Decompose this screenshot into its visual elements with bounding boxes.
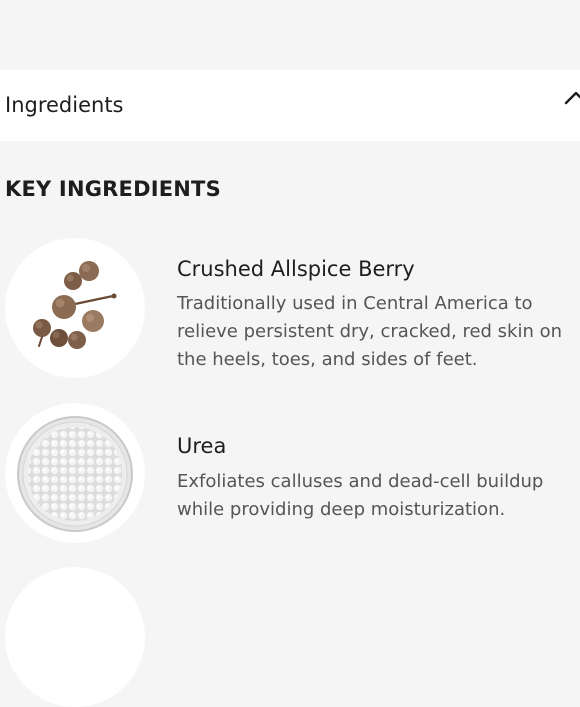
description-line: Exfoliates calluses and dead-cell buildu…: [177, 471, 544, 492]
ingredient-item-allspice: Crushed Allspice Berry Traditionally use…: [0, 237, 580, 382]
ingredient-name: Urea: [177, 434, 227, 458]
description-line: relieve persistent dry, cracked, red ski…: [177, 321, 563, 342]
key-ingredients-heading: KEY INGREDIENTS: [5, 177, 221, 201]
urea-beads-dish-image: [5, 403, 145, 543]
description-line: the heels, toes, and sides of feet.: [177, 349, 478, 370]
description-line: Traditionally used in Central America to: [177, 293, 533, 314]
allspice-berries-image: [5, 238, 145, 378]
ingredient-description: Traditionally used in Central America to…: [177, 290, 580, 374]
accordion-title: Ingredients: [5, 93, 124, 117]
chevron-up-icon[interactable]: [560, 91, 580, 118]
ingredient-image-partial: [5, 567, 145, 707]
ingredient-item-urea: Urea Exfoliates calluses and dead-cell b…: [0, 402, 580, 547]
ingredient-description: Exfoliates calluses and dead-cell buildu…: [177, 468, 580, 524]
ingredients-accordion-header[interactable]: Ingredients: [0, 70, 580, 141]
ingredient-name: Crushed Allspice Berry: [177, 257, 415, 281]
description-line: while providing deep moisturization.: [177, 499, 506, 520]
